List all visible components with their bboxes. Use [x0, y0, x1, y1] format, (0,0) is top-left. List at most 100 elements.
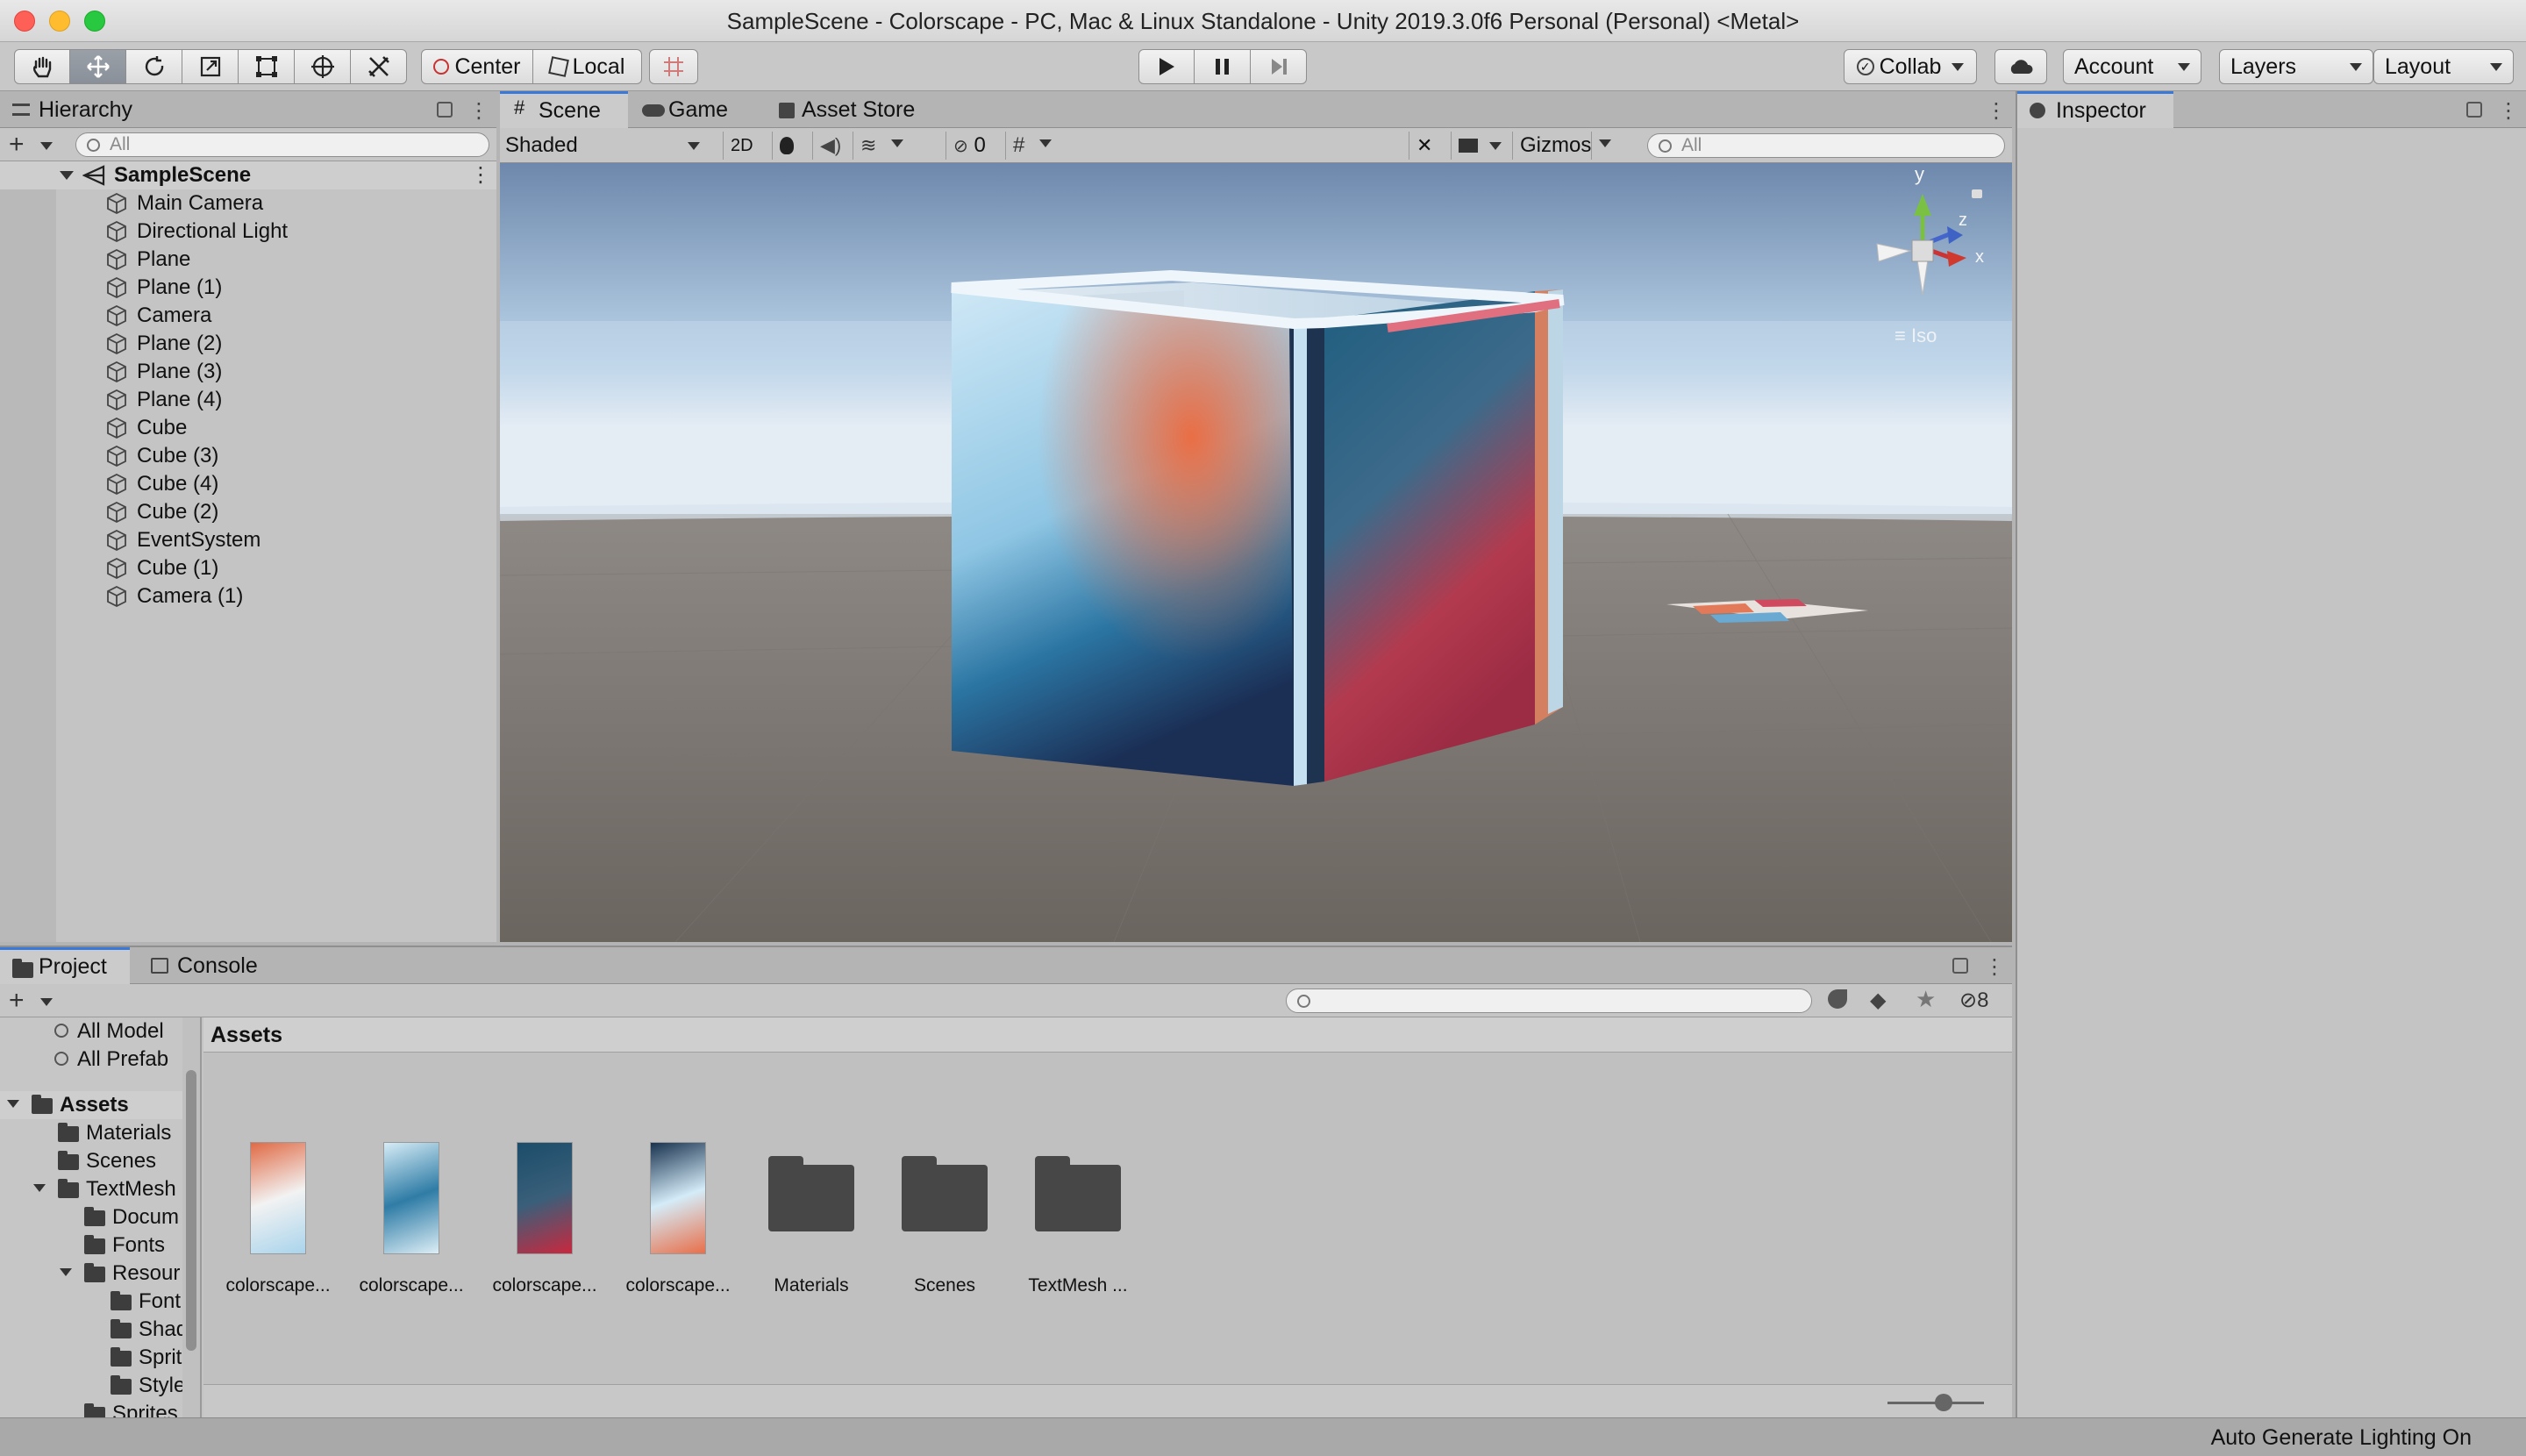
tree-folder-item[interactable]: Resour — [0, 1260, 200, 1288]
tree-folder-item[interactable]: Shad — [0, 1316, 200, 1344]
tree-folder-item[interactable]: Style — [0, 1372, 200, 1400]
asset-folder[interactable]: Materials — [746, 1017, 877, 1386]
account-dropdown[interactable]: Account — [2063, 49, 2201, 84]
rotate-tool-button[interactable] — [126, 49, 182, 84]
asset-texture[interactable]: colorscape... — [212, 1017, 344, 1386]
create-dropdown-icon[interactable] — [40, 142, 53, 156]
more-options-icon[interactable]: ⋮ — [2498, 98, 2519, 124]
tab-hierarchy[interactable]: Hierarchy — [0, 91, 158, 128]
lock-icon[interactable] — [437, 102, 453, 118]
scene-viewport[interactable]: y z x ≡ Iso — [500, 163, 2012, 942]
pivot-center-button[interactable]: Center — [421, 49, 533, 84]
hierarchy-item[interactable]: Camera (1) — [0, 582, 496, 610]
create-plus-icon[interactable]: + — [9, 130, 25, 160]
tree-folder-item[interactable]: Scenes — [0, 1147, 200, 1175]
tab-console[interactable]: Console — [139, 947, 279, 984]
toggle-2d-button[interactable]: 2D — [723, 132, 768, 160]
tree-folder-item[interactable]: Fonts — [0, 1231, 200, 1260]
expand-arrow-icon[interactable] — [7, 1100, 19, 1114]
audio-toggle[interactable]: ◀) — [812, 132, 853, 160]
hidden-objects-toggle[interactable]: ⊘ 0 — [945, 132, 1002, 160]
more-options-icon[interactable]: ⋮ — [468, 98, 489, 124]
create-plus-icon[interactable]: + — [9, 986, 25, 1016]
slider-thumb[interactable] — [1935, 1394, 1952, 1411]
gizmos-button[interactable]: Gizmos — [1512, 132, 1591, 160]
snap-grid-button[interactable] — [649, 49, 698, 84]
tab-asset-store[interactable]: Asset Store — [763, 91, 938, 128]
hierarchy-item[interactable]: Plane (2) — [0, 330, 496, 358]
expand-arrow-icon[interactable] — [33, 1184, 46, 1198]
custom-tool-button[interactable] — [351, 49, 407, 84]
asset-folder[interactable]: TextMesh ... — [1012, 1017, 1144, 1386]
hierarchy-item[interactable]: Cube (1) — [0, 554, 496, 582]
asset-texture[interactable]: colorscape... — [479, 1017, 610, 1386]
hierarchy-item[interactable]: Cube — [0, 414, 496, 442]
scene-menu-icon[interactable]: ⋮ — [470, 161, 491, 189]
project-search-input[interactable] — [1286, 989, 1812, 1013]
asset-texture[interactable]: colorscape... — [612, 1017, 744, 1386]
tree-folder-item[interactable]: TextMesh — [0, 1175, 200, 1203]
hierarchy-item[interactable]: Cube (4) — [0, 470, 496, 498]
hierarchy-search-input[interactable]: All — [75, 132, 489, 157]
rect-tool-button[interactable] — [239, 49, 295, 84]
lock-icon[interactable] — [2466, 102, 2482, 118]
filter-by-label-icon[interactable]: ◆ — [1870, 988, 1886, 1013]
hierarchy-item[interactable]: Plane — [0, 246, 496, 274]
expand-arrow-icon[interactable] — [60, 1268, 72, 1282]
favorite-all-prefabs[interactable]: All Prefab — [54, 1046, 168, 1074]
pause-button[interactable] — [1195, 49, 1251, 84]
layout-dropdown[interactable]: Layout — [2373, 49, 2514, 84]
cloud-button[interactable] — [1994, 49, 2047, 84]
hierarchy-item[interactable]: Directional Light — [0, 218, 496, 246]
tab-inspector[interactable]: Inspector — [2017, 91, 2173, 128]
create-dropdown-icon[interactable] — [40, 998, 53, 1012]
scene-search-input[interactable]: All — [1647, 133, 2005, 158]
favorite-star-icon[interactable]: ★ — [1916, 986, 1936, 1013]
move-tool-button[interactable] — [70, 49, 126, 84]
hierarchy-item[interactable]: Plane (4) — [0, 386, 496, 414]
hierarchy-item[interactable]: EventSystem — [0, 526, 496, 554]
play-button[interactable] — [1138, 49, 1195, 84]
filter-by-type-button[interactable] — [1828, 989, 1851, 1012]
scene-tools-button[interactable]: ✕ — [1409, 132, 1447, 160]
tab-game[interactable]: Game — [630, 91, 761, 128]
asset-folder[interactable]: Scenes — [879, 1017, 1010, 1386]
grid-snap-dropdown[interactable]: # — [1005, 132, 1075, 160]
hand-tool-button[interactable] — [14, 49, 70, 84]
step-button[interactable] — [1251, 49, 1307, 84]
lighting-toggle[interactable] — [772, 132, 812, 160]
hidden-packages-toggle[interactable]: ⊘8 — [1959, 988, 1988, 1013]
effects-dropdown[interactable]: ≋ — [853, 132, 923, 160]
camera-settings-dropdown[interactable] — [1451, 132, 1509, 160]
pivot-local-button[interactable]: Local — [533, 49, 642, 84]
collab-dropdown[interactable]: ✓ Collab — [1844, 49, 1977, 84]
gizmos-dropdown[interactable] — [1591, 132, 1617, 160]
lock-icon[interactable] — [1952, 958, 1968, 974]
expand-arrow-icon[interactable] — [60, 171, 74, 187]
favorite-all-models[interactable]: All Model — [54, 1017, 164, 1046]
tree-folder-item[interactable]: Materials — [0, 1119, 200, 1147]
tree-folder-item[interactable]: Font — [0, 1288, 200, 1316]
asset-texture[interactable]: colorscape... — [346, 1017, 477, 1386]
hierarchy-item[interactable]: Main Camera — [0, 189, 496, 218]
tree-folder-item[interactable]: Sprit — [0, 1344, 200, 1372]
hierarchy-item[interactable]: Camera — [0, 302, 496, 330]
scale-tool-button[interactable] — [182, 49, 239, 84]
hierarchy-item[interactable]: Cube (2) — [0, 498, 496, 526]
tab-scene[interactable]: # Scene — [500, 91, 628, 128]
tree-folder-item[interactable]: Assets — [0, 1091, 200, 1119]
scene-more-icon[interactable]: ⋮ — [1986, 98, 2007, 124]
projection-toggle[interactable]: ≡ Iso — [1894, 325, 1937, 347]
hierarchy-item[interactable]: Plane (3) — [0, 358, 496, 386]
hierarchy-item[interactable]: Cube (3) — [0, 442, 496, 470]
hierarchy-item[interactable]: Plane (1) — [0, 274, 496, 302]
scene-row[interactable]: SampleScene ⋮ — [0, 161, 496, 189]
tab-project[interactable]: Project — [0, 947, 130, 984]
tree-folder-item[interactable]: Docum — [0, 1203, 200, 1231]
scrollbar-thumb[interactable] — [186, 1070, 196, 1351]
shading-mode-dropdown[interactable]: Shaded — [505, 132, 705, 160]
more-options-icon[interactable]: ⋮ — [1984, 954, 2005, 980]
tree-folder-item[interactable]: Sprites — [0, 1400, 200, 1419]
layers-dropdown[interactable]: Layers — [2219, 49, 2373, 84]
tree-scrollbar[interactable] — [182, 1017, 200, 1419]
